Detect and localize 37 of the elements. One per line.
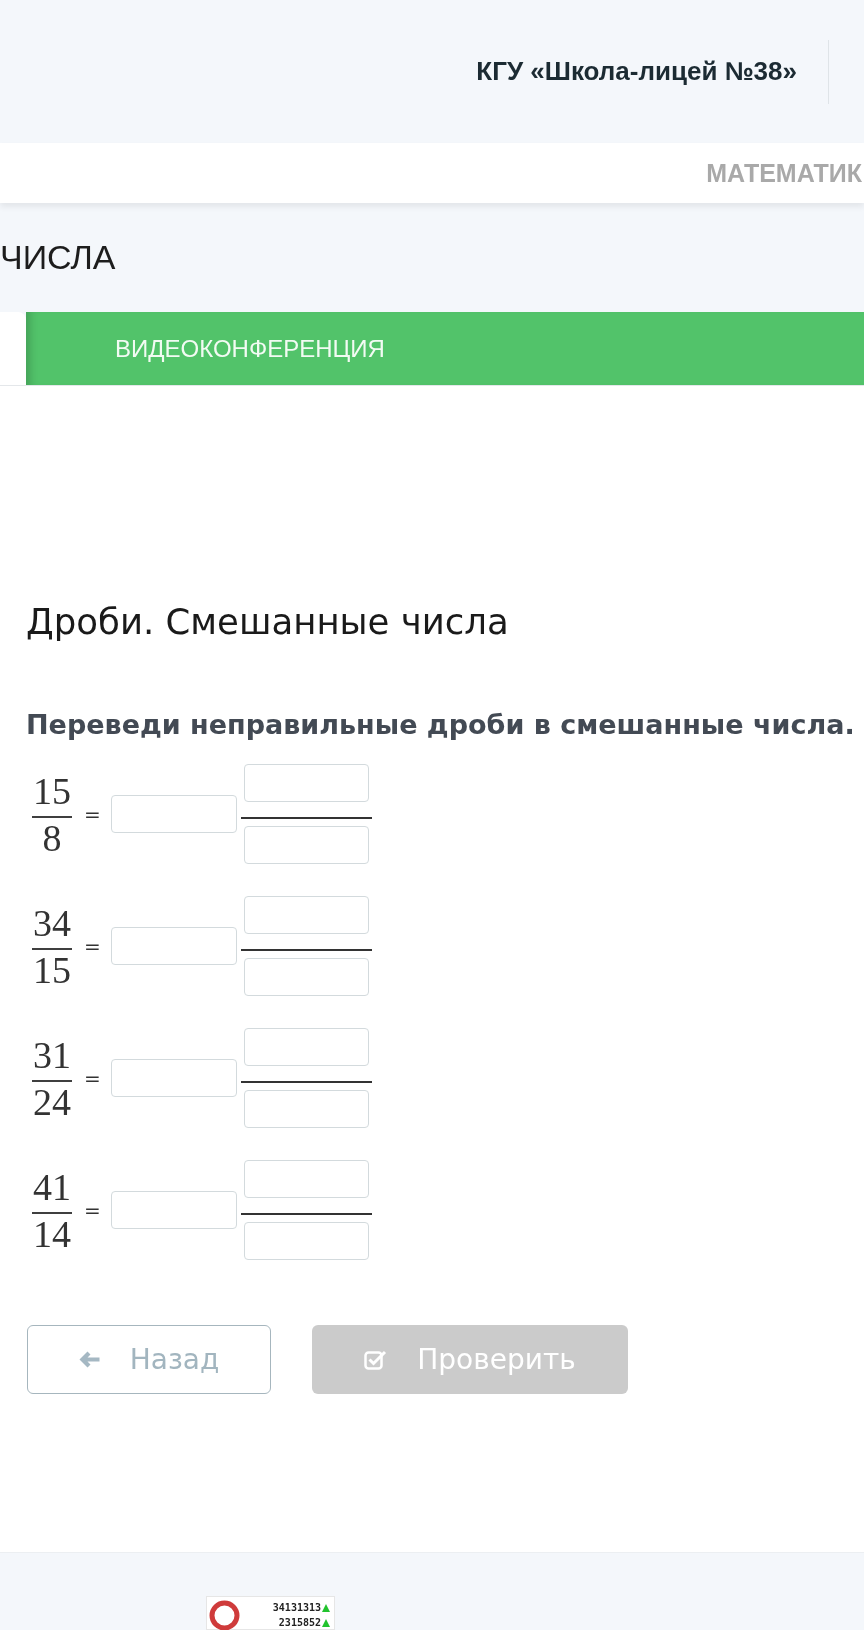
task-instruction: Переведи неправильные дроби в смешанные числа. xyxy=(26,709,855,741)
numerator-field[interactable] xyxy=(243,764,369,802)
subject-title: МАТЕМАТИК xyxy=(706,158,862,188)
arrow-left-icon xyxy=(78,1351,100,1368)
fraction-numerator: 31 xyxy=(33,1034,71,1075)
whole-part-field[interactable] xyxy=(110,1191,237,1229)
equals-sign: = xyxy=(84,1066,101,1090)
fraction-numerator: 41 xyxy=(33,1166,71,1207)
lesson-title: Дроби. Смешанные числа xyxy=(26,600,509,644)
tab[interactable] xyxy=(0,312,26,385)
checkbox-check-icon xyxy=(364,1349,388,1370)
fraction-denominator: 8 xyxy=(42,817,62,858)
equals-sign: = xyxy=(84,934,101,958)
numerator-field[interactable] xyxy=(243,896,369,934)
fraction-numerator: 34 xyxy=(33,902,71,943)
whole-part-field[interactable] xyxy=(110,927,237,965)
school-name: КГУ «Школа-лицей №38» xyxy=(476,56,797,87)
counter-value: 2315852 xyxy=(278,1616,321,1630)
whole-part-field[interactable] xyxy=(110,1059,237,1097)
section-title: ЧИСЛА xyxy=(0,237,116,278)
denominator-field[interactable] xyxy=(243,1222,369,1260)
denominator-field[interactable] xyxy=(243,1090,369,1128)
denominator-field[interactable] xyxy=(243,958,369,996)
whole-part-field[interactable] xyxy=(110,795,237,833)
fraction-denominator: 14 xyxy=(33,1213,71,1254)
numerator-field[interactable] xyxy=(243,1028,369,1066)
equals-sign: = xyxy=(84,1198,101,1222)
back-button[interactable]: Назад xyxy=(27,1325,271,1394)
denominator-field[interactable] xyxy=(243,826,369,864)
equals-sign: = xyxy=(84,802,101,826)
fraction-numerator: 15 xyxy=(33,770,71,811)
tab[interactable]: ВИДЕОКОНФЕРЕНЦИЯ xyxy=(26,312,864,385)
counter-value: 34131313 xyxy=(272,1601,321,1615)
numerator-field[interactable] xyxy=(243,1160,369,1198)
ring-icon xyxy=(209,1600,240,1630)
fraction-denominator: 24 xyxy=(33,1081,71,1122)
fraction-denominator: 15 xyxy=(33,949,71,990)
